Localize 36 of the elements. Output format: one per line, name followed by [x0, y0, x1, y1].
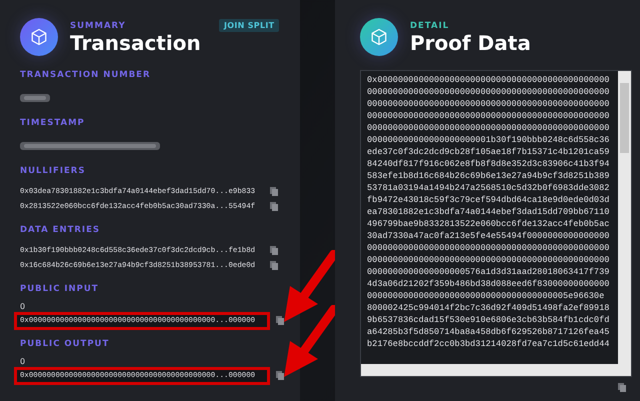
- proof-line: 53781a03194a1494b247a2568510c5d32b0f6983dde3082: [367, 182, 610, 194]
- section-eyebrow: DETAIL: [410, 20, 450, 32]
- section-eyebrow: SUMMARY: [70, 20, 127, 32]
- panel-title: Transaction: [70, 32, 201, 54]
- proof-line: 496799bae9b8332813522e060bcc6fde132acc4feb0b5ac: [367, 218, 610, 230]
- field-label: PUBLIC OUTPUT: [20, 339, 110, 350]
- proof-line: ede37c0f3dc2dcd9cb28f105ae18f7b15371c4b1201ca59: [367, 146, 610, 158]
- proof-line: 4d3a06d21202f359b486bd38d088eed6f83000000000000: [367, 278, 610, 290]
- proof-line: 583efe1b8d16c684b26c69b6e13e27a94b9cf3d8251b389: [367, 170, 610, 182]
- proof-line: 00000000000000000000000000000000000000000000000: [367, 110, 610, 122]
- proof-line: 800002425c994014f2bc7c36d92f409d51498fa2ef89918: [367, 302, 610, 314]
- proof-line: 00000000000000000000000000000000000000000000000: [367, 86, 610, 98]
- amount-value: 0: [20, 357, 26, 367]
- proof-line: 00000000000000000000000000000000000000000000000: [367, 254, 610, 266]
- proof-line: 00000000000000000000000000000000000000000000000: [367, 98, 610, 110]
- panel-title: Proof Data: [410, 32, 531, 54]
- proof-line: 0000000000000000000576a1d3d31aad28018063417f739: [367, 266, 610, 278]
- proof-line: 00000000000000000000000000000000000000000000000: [367, 242, 610, 254]
- proof-line: 000000000000000000000000000000000000005e96630e: [367, 290, 606, 302]
- proof-line: 84240df817f916c062e8fb8f8d8e352d3c83906c41b3f94: [367, 158, 610, 170]
- type-badge: JOIN SPLIT: [219, 19, 280, 32]
- proof-line: a64285b3f5d850714ba8a458db6f629526b8717126fea45: [367, 326, 610, 338]
- proof-line: fb9472e43018c59f3c79cef594dbd64ca18e9d0ede0d03d: [367, 194, 610, 206]
- proof-line: ea78301882e1c3bdfa74a0144ebef3dad15dd709bb67110: [367, 206, 610, 218]
- field-label: PUBLIC INPUT: [20, 284, 100, 295]
- field-label: TIMESTAMP: [20, 118, 86, 129]
- proof-line: 000000000000000000000001b30f190bbb0248c6d558c36: [367, 134, 610, 146]
- field-label: NULLIFIERS: [20, 166, 86, 177]
- proof-line: b2176e8bccddf2cc0b3bd31214028fd7ea7c1d5c61edd44: [367, 338, 610, 350]
- proof-line: 9b6537836cdad15f530e910e6806e3cb63b584fb1cdc0fd: [367, 314, 610, 326]
- proof-line: 30ad7330a47ac0fa213e5fe4e55494f0000000000000000: [367, 230, 610, 242]
- proof-line: 0x000000000000000000000000000000000000000000000: [367, 74, 610, 86]
- proof-line: 00000000000000000000000000000000000000000000000: [367, 122, 610, 134]
- field-label: TRANSACTION NUMBER: [20, 70, 152, 81]
- field-label: DATA ENTRIES: [20, 225, 102, 236]
- amount-value: 0: [20, 302, 26, 312]
